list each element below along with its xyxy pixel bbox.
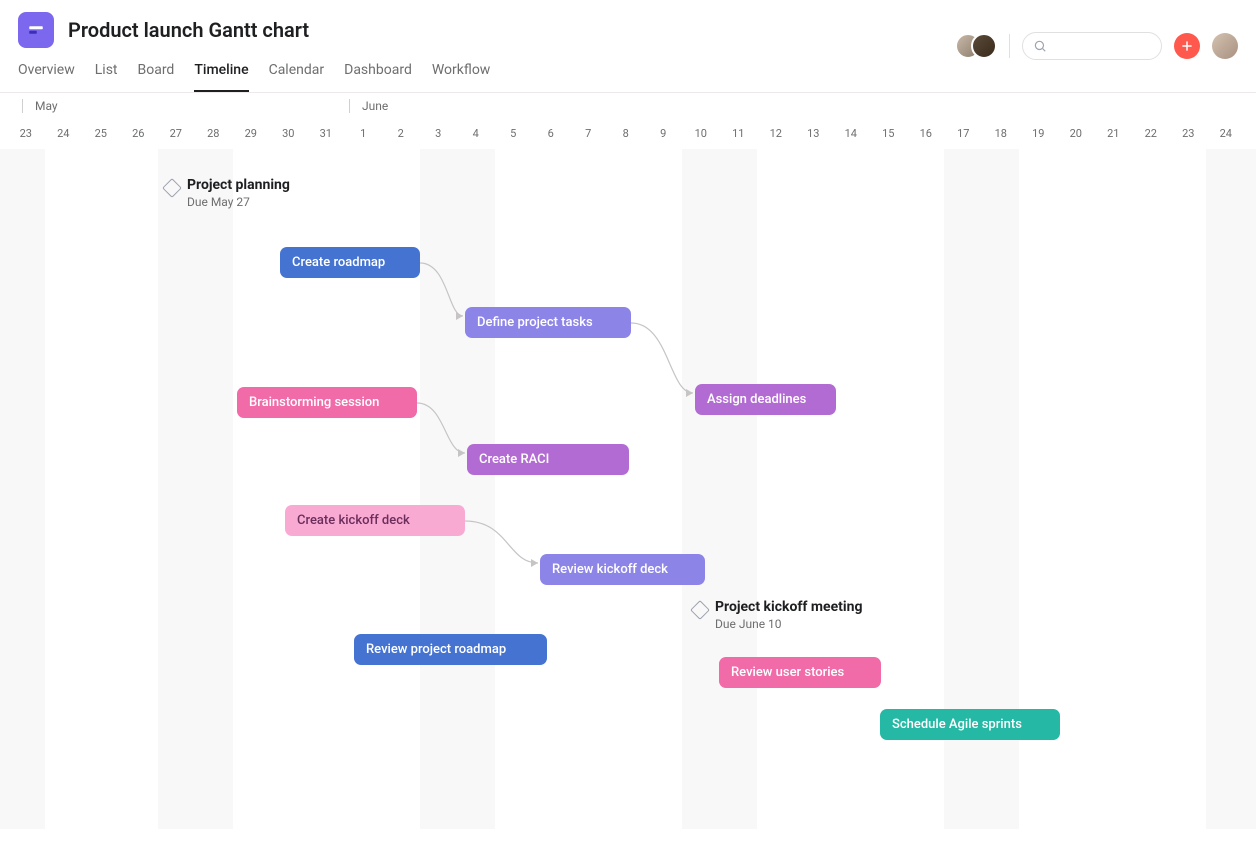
day-cell: 11 (720, 127, 758, 140)
task-schedule-agile-sprints[interactable]: Schedule Agile sprints (880, 709, 1060, 740)
task-review-user-stories[interactable]: Review user stories (719, 657, 881, 688)
day-cell: 1 (345, 127, 383, 140)
task-create-kickoff-deck[interactable]: Create kickoff deck (285, 505, 465, 536)
gantt-timeline: May June 2324252627282930311234567891011… (0, 93, 1256, 843)
task-assign-deadlines[interactable]: Assign deadlines (695, 384, 836, 415)
add-button[interactable] (1174, 33, 1200, 59)
board-icon (27, 21, 45, 39)
day-cell: 18 (982, 127, 1020, 140)
day-cell: 14 (832, 127, 870, 140)
page-title: Product launch Gantt chart (68, 18, 309, 42)
member-avatars[interactable] (955, 33, 997, 59)
task-create-raci[interactable]: Create RACI (467, 444, 629, 475)
day-cell: 30 (270, 127, 308, 140)
day-cell: 16 (907, 127, 945, 140)
day-cell: 19 (1020, 127, 1058, 140)
day-cell: 8 (607, 127, 645, 140)
day-cell: 2 (382, 127, 420, 140)
tab-workflow[interactable]: Workflow (432, 62, 491, 92)
month-header: May June (0, 93, 1256, 121)
day-cell: 5 (495, 127, 533, 140)
header: Product launch Gantt chart (0, 0, 1256, 48)
plus-icon (1180, 39, 1194, 53)
tab-calendar[interactable]: Calendar (269, 62, 325, 92)
avatar[interactable] (971, 33, 997, 59)
day-cell: 27 (157, 127, 195, 140)
month-label-may: May (22, 99, 58, 113)
milestone-title: Project kickoff meeting (715, 599, 862, 615)
tab-dashboard[interactable]: Dashboard (344, 62, 412, 92)
day-cell: 25 (82, 127, 120, 140)
milestone-due: Due June 10 (715, 617, 862, 631)
day-cell: 24 (45, 127, 83, 140)
header-actions (955, 32, 1238, 60)
day-cell: 20 (1057, 127, 1095, 140)
day-cell: 15 (870, 127, 908, 140)
tab-list[interactable]: List (95, 62, 118, 92)
user-avatar[interactable] (1212, 33, 1238, 59)
search-icon (1033, 39, 1047, 53)
day-cell: 24 (1207, 127, 1245, 140)
day-cell: 13 (795, 127, 833, 140)
day-cell: 6 (532, 127, 570, 140)
task-define-project-tasks[interactable]: Define project tasks (465, 307, 631, 338)
app-logo[interactable] (18, 12, 54, 48)
day-cell: 12 (757, 127, 795, 140)
day-header: 2324252627282930311234567891011121314151… (0, 121, 1256, 149)
day-cell: 23 (1170, 127, 1208, 140)
milestone-title: Project planning (187, 177, 290, 193)
day-cell: 22 (1132, 127, 1170, 140)
milestone-icon (162, 178, 182, 198)
search-input[interactable] (1022, 32, 1162, 60)
day-cell: 23 (7, 127, 45, 140)
milestone-icon (690, 600, 710, 620)
milestone-kickoff[interactable]: Project kickoff meeting Due June 10 (693, 599, 862, 631)
task-review-roadmap[interactable]: Review project roadmap (354, 634, 547, 665)
day-cell: 26 (120, 127, 158, 140)
milestone-planning[interactable]: Project planning Due May 27 (165, 177, 290, 209)
day-cell: 9 (645, 127, 683, 140)
gantt-area[interactable]: Project planning Due May 27 Create roadm… (0, 149, 1256, 829)
task-create-roadmap[interactable]: Create roadmap (280, 247, 420, 278)
day-cell: 21 (1095, 127, 1133, 140)
task-review-kickoff-deck[interactable]: Review kickoff deck (540, 554, 705, 585)
divider (1009, 34, 1010, 58)
tab-overview[interactable]: Overview (18, 62, 75, 92)
day-cell: 28 (195, 127, 233, 140)
day-cell: 4 (457, 127, 495, 140)
tab-board[interactable]: Board (138, 62, 175, 92)
day-cell: 31 (307, 127, 345, 140)
task-brainstorming[interactable]: Brainstorming session (237, 387, 417, 418)
day-cell: 3 (420, 127, 458, 140)
day-cell: 17 (945, 127, 983, 140)
day-cell: 29 (232, 127, 270, 140)
milestone-due: Due May 27 (187, 195, 290, 209)
day-cell: 10 (682, 127, 720, 140)
day-cell: 7 (570, 127, 608, 140)
tab-timeline[interactable]: Timeline (194, 62, 248, 92)
month-label-june: June (349, 99, 388, 113)
